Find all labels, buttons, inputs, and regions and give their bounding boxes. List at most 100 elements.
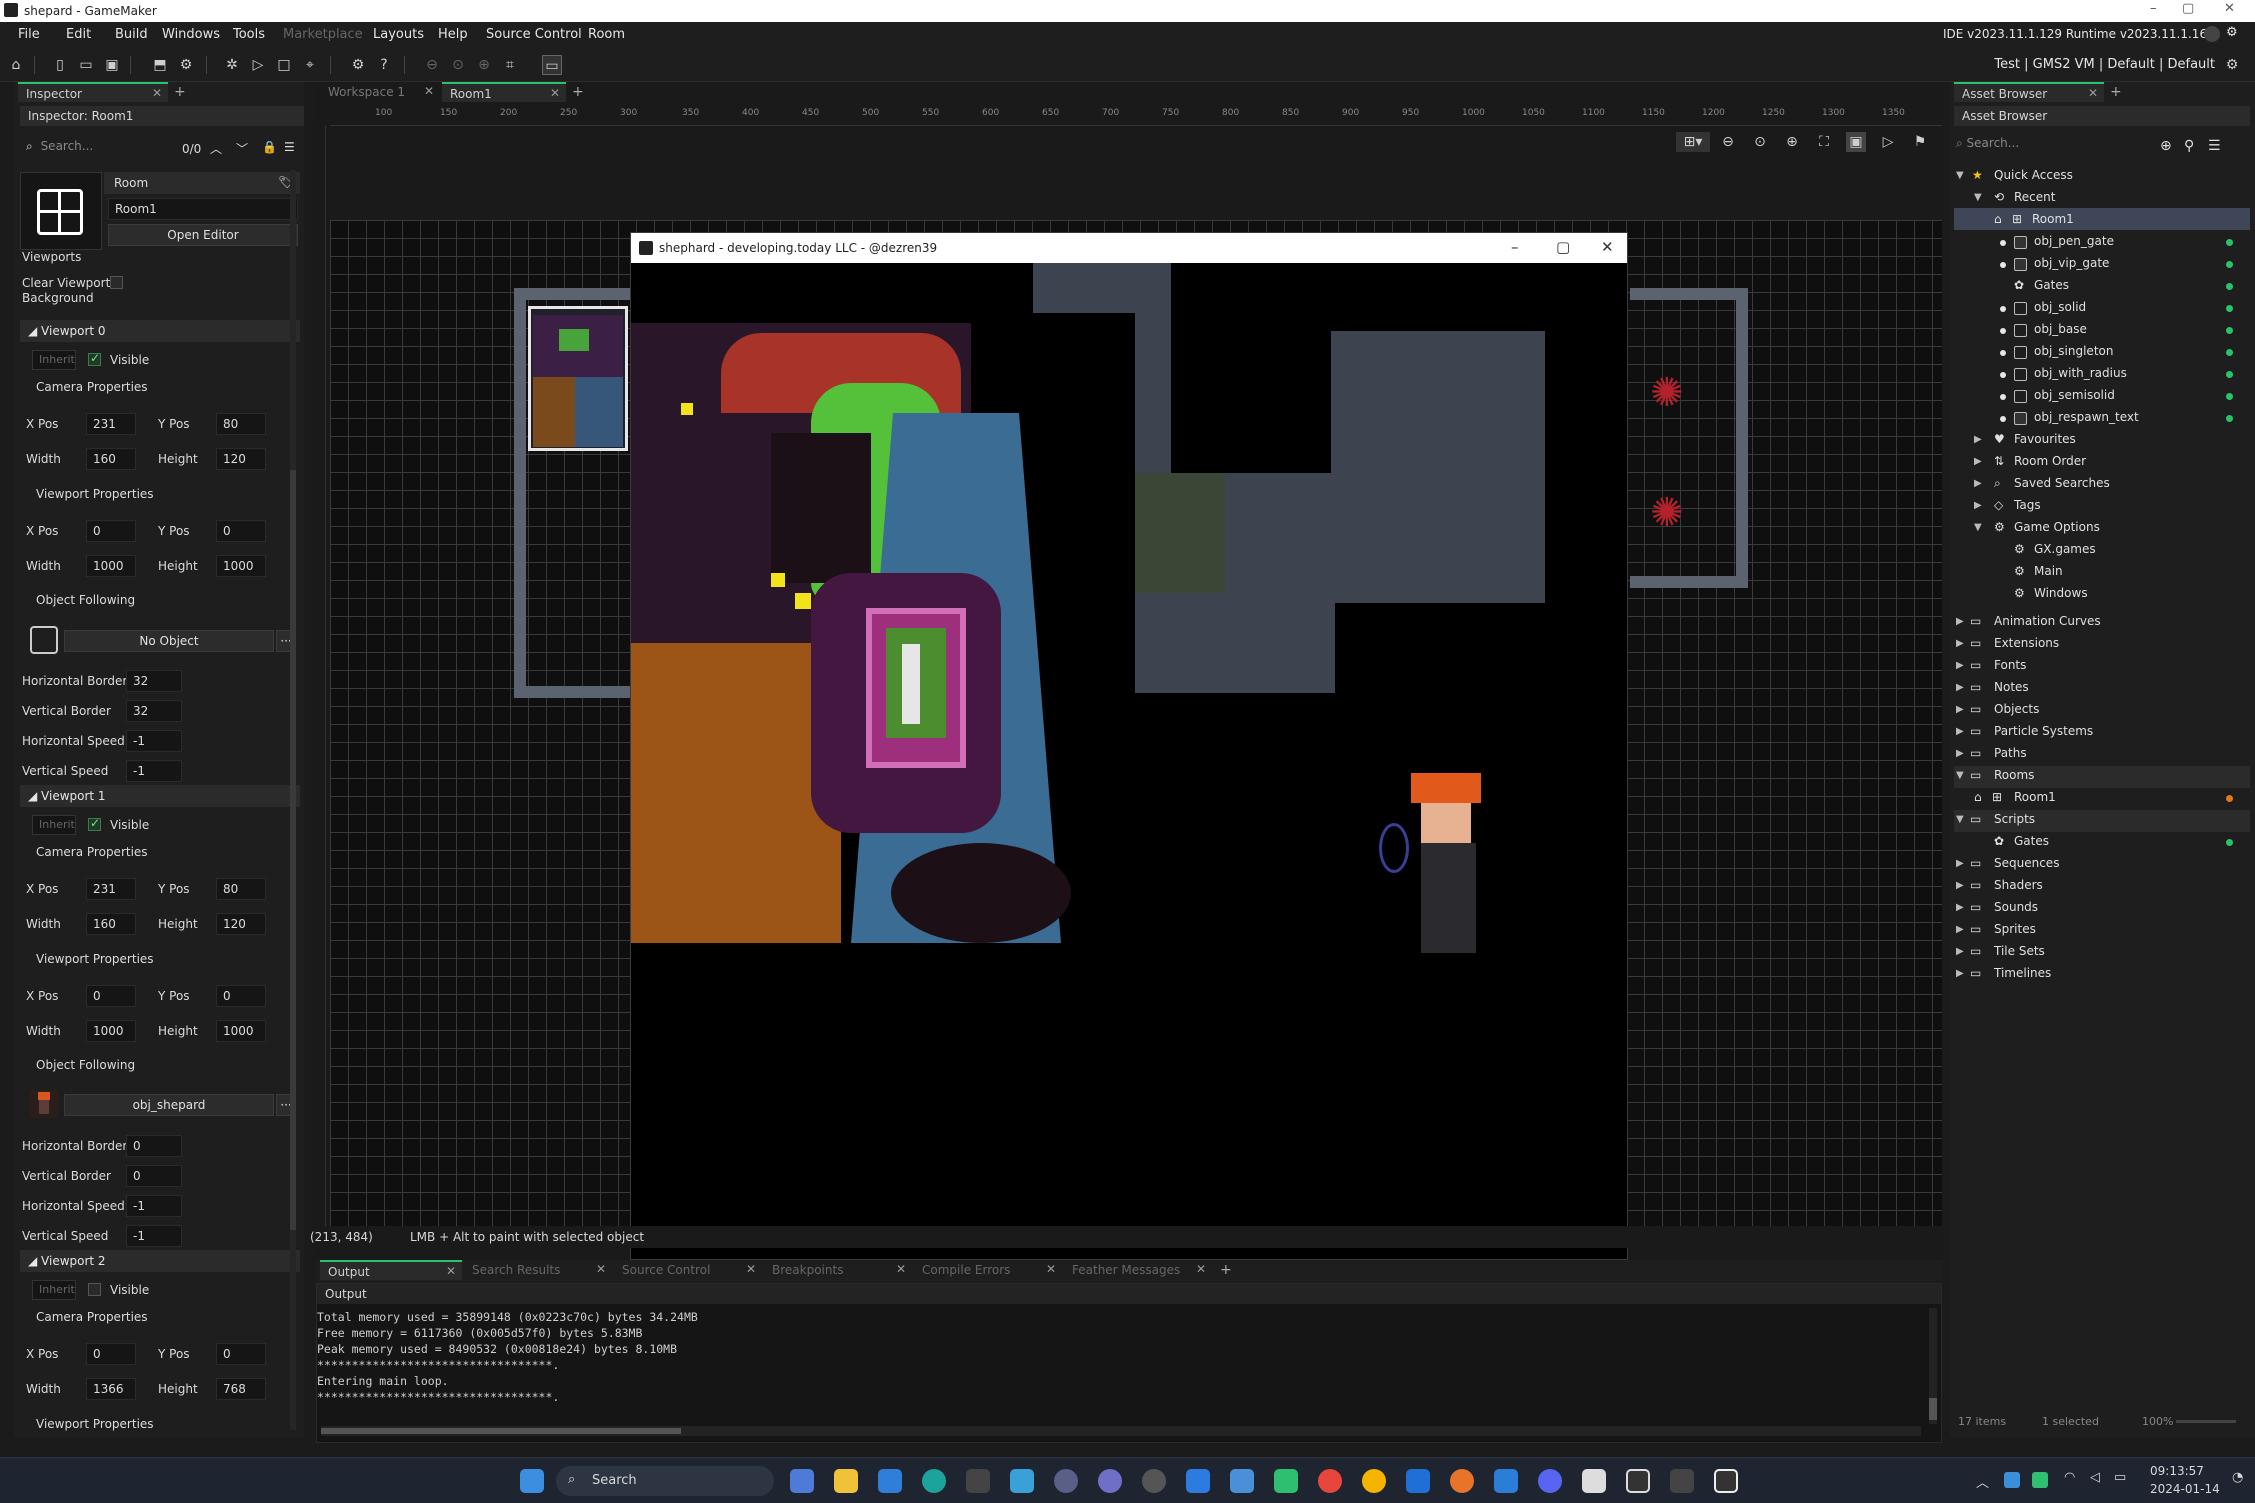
folder-objects[interactable]: Objects <box>1994 702 2039 716</box>
menu-edit[interactable]: Edit <box>66 27 91 42</box>
zoom-out-icon[interactable]: ⊖ <box>422 55 442 75</box>
folder-fonts[interactable]: Fonts <box>1994 658 2026 672</box>
tab-source-control[interactable]: Source Control ✕ <box>614 1260 762 1280</box>
tab-asset-browser[interactable]: Asset Browser ✕ <box>1954 82 2104 102</box>
viewport-0-header[interactable]: ◢ Viewport 0 <box>20 320 300 342</box>
close-icon[interactable]: ✕ <box>1046 1262 1056 1276</box>
folder-particle-systems[interactable]: Particle Systems <box>1994 724 2093 738</box>
visible-checkbox[interactable] <box>88 816 101 831</box>
tree-quick-access[interactable]: Quick Access <box>1994 168 2073 182</box>
open-project-icon[interactable]: ▭ <box>76 55 96 75</box>
expand-arrow-icon[interactable]: ▶ <box>1956 660 1964 671</box>
folder-animation-curves[interactable]: Animation Curves <box>1994 614 2101 628</box>
ypos-field[interactable]: 80 <box>216 413 266 435</box>
zoom-reset-icon[interactable]: ⊙ <box>448 55 468 75</box>
chevron-up-icon[interactable]: ︿ <box>210 140 222 157</box>
tree-favourites[interactable]: Favourites <box>2014 432 2076 446</box>
vborder-field[interactable]: 32 <box>126 700 182 722</box>
vp-height-field[interactable]: 1000 <box>216 555 266 577</box>
expand-arrow-icon[interactable]: ▶ <box>1956 924 1964 935</box>
expand-arrow-icon[interactable]: ▶ <box>1956 638 1964 649</box>
tab-feather-messages[interactable]: Feather Messages ✕ <box>1064 1260 1212 1280</box>
game-options-icon[interactable]: ⌗ <box>500 55 520 75</box>
terminal-icon[interactable] <box>966 1469 990 1493</box>
expand-arrow-icon[interactable]: ▶ <box>1974 500 1982 511</box>
menu-source-control[interactable]: Source Control <box>486 27 582 42</box>
folder-tile-sets[interactable]: Tile Sets <box>1994 944 2045 958</box>
chrome-icon[interactable] <box>1318 1469 1342 1493</box>
expand-arrow-icon[interactable]: ▼ <box>1974 192 1982 203</box>
close-icon[interactable]: ✕ <box>152 86 162 100</box>
folder-sounds[interactable]: Sounds <box>1994 900 2038 914</box>
viewport-2-header[interactable]: ◢ Viewport 2 <box>20 1250 300 1272</box>
expand-arrow-icon[interactable]: ▶ <box>1956 968 1964 979</box>
inherit-field[interactable]: Inherit <box>32 350 76 370</box>
gamemaker-taskbar-icon[interactable] <box>1626 1469 1650 1493</box>
vp-width-field[interactable]: 1000 <box>86 555 136 577</box>
frame-view-icon[interactable]: ▣ <box>1846 132 1866 152</box>
notification-bell-icon[interactable]: ◔ <box>2232 1470 2243 1485</box>
asset-room1[interactable]: Room1 <box>2014 790 2056 804</box>
expand-arrow-icon[interactable]: ▶ <box>1956 946 1964 957</box>
close-icon[interactable]: ✕ <box>896 1262 906 1276</box>
file-explorer-icon[interactable] <box>834 1469 858 1493</box>
start-icon[interactable] <box>520 1469 544 1493</box>
tree-tags[interactable]: Tags <box>2014 498 2041 512</box>
folder-extensions[interactable]: Extensions <box>1994 636 2059 650</box>
inspector-scrollbar[interactable] <box>290 170 296 1430</box>
tab-breakpoints[interactable]: Breakpoints ✕ <box>764 1260 912 1280</box>
close-icon[interactable]: ✕ <box>596 1262 606 1276</box>
clear-viewport-bg-checkbox[interactable] <box>110 276 123 289</box>
fit-to-screen-icon[interactable]: ⛶ <box>1814 132 1834 152</box>
menu-build[interactable]: Build <box>115 27 148 42</box>
expand-arrow-icon[interactable]: ▼ <box>1956 770 1964 781</box>
maximize-icon[interactable]: ▢ <box>1556 238 1570 256</box>
stop-icon[interactable]: □ <box>274 55 294 75</box>
app-icon[interactable] <box>1670 1469 1694 1493</box>
mail-icon[interactable] <box>878 1469 902 1493</box>
enemy-sprite[interactable]: ✺ <box>1650 490 1684 536</box>
xpos-field[interactable]: 0 <box>86 1343 136 1365</box>
folder-timelines[interactable]: Timelines <box>1994 966 2051 980</box>
create-package-icon[interactable]: ⚙ <box>176 55 196 75</box>
expand-arrow-icon[interactable]: ▶ <box>1956 858 1964 869</box>
vborder-field[interactable]: 0 <box>126 1165 182 1187</box>
close-icon[interactable]: ✕ <box>746 1262 756 1276</box>
xpos-field[interactable]: 231 <box>86 413 136 435</box>
recent-obj-solid[interactable]: obj_solid <box>2034 300 2086 314</box>
option-gx-games[interactable]: GX.games <box>2034 542 2096 556</box>
hborder-field[interactable]: 32 <box>126 670 182 692</box>
play-room-icon[interactable]: ▷ <box>1878 132 1898 152</box>
app-icon[interactable] <box>1362 1469 1386 1493</box>
new-project-icon[interactable]: ▯ <box>50 55 70 75</box>
app-icon[interactable] <box>1274 1469 1298 1493</box>
clean-icon[interactable]: ⌖ <box>300 55 320 75</box>
app-icon[interactable] <box>1230 1469 1254 1493</box>
folder-notes[interactable]: Notes <box>1994 680 2029 694</box>
add-tab-icon[interactable]: + <box>1220 1262 1232 1278</box>
app-icon[interactable] <box>1582 1469 1606 1493</box>
zoom-reset-icon[interactable]: ⊙ <box>1750 132 1770 152</box>
ypos-field[interactable]: 0 <box>216 1343 266 1365</box>
recent-obj-semisolid[interactable]: obj_semisolid <box>2034 388 2115 402</box>
app-icon[interactable] <box>1010 1469 1034 1493</box>
menu-icon[interactable]: ☰ <box>284 140 295 154</box>
tab-search-results[interactable]: Search Results ✕ <box>464 1260 612 1280</box>
expand-arrow-icon[interactable]: ▶ <box>1956 726 1964 737</box>
recent-obj-singleton[interactable]: obj_singleton <box>2034 344 2113 358</box>
app-icon[interactable] <box>1098 1469 1122 1493</box>
tray-chevron-icon[interactable]: ︿ <box>1976 1472 1989 1491</box>
open-editor-button[interactable]: Open Editor <box>108 224 298 246</box>
vscode-icon[interactable] <box>1494 1469 1518 1493</box>
expand-arrow-icon[interactable]: ▶ <box>1956 616 1964 627</box>
folder-sequences[interactable]: Sequences <box>1994 856 2059 870</box>
recent-obj-with-radius[interactable]: obj_with_radius <box>2034 366 2127 380</box>
battery-icon[interactable]: ▭ <box>2114 1470 2126 1485</box>
option-main[interactable]: Main <box>2034 564 2063 578</box>
menu-windows[interactable]: Windows <box>162 27 220 42</box>
folder-scripts[interactable]: Scripts <box>1994 812 2035 826</box>
lock-icon[interactable]: 🔒 <box>262 140 277 154</box>
target-info[interactable]: Test | GMS2 VM | Default | Default <box>1994 57 2215 72</box>
vp-ypos-field[interactable]: 0 <box>216 520 266 542</box>
recent-obj-pen-gate[interactable]: obj_pen_gate <box>2034 234 2114 248</box>
